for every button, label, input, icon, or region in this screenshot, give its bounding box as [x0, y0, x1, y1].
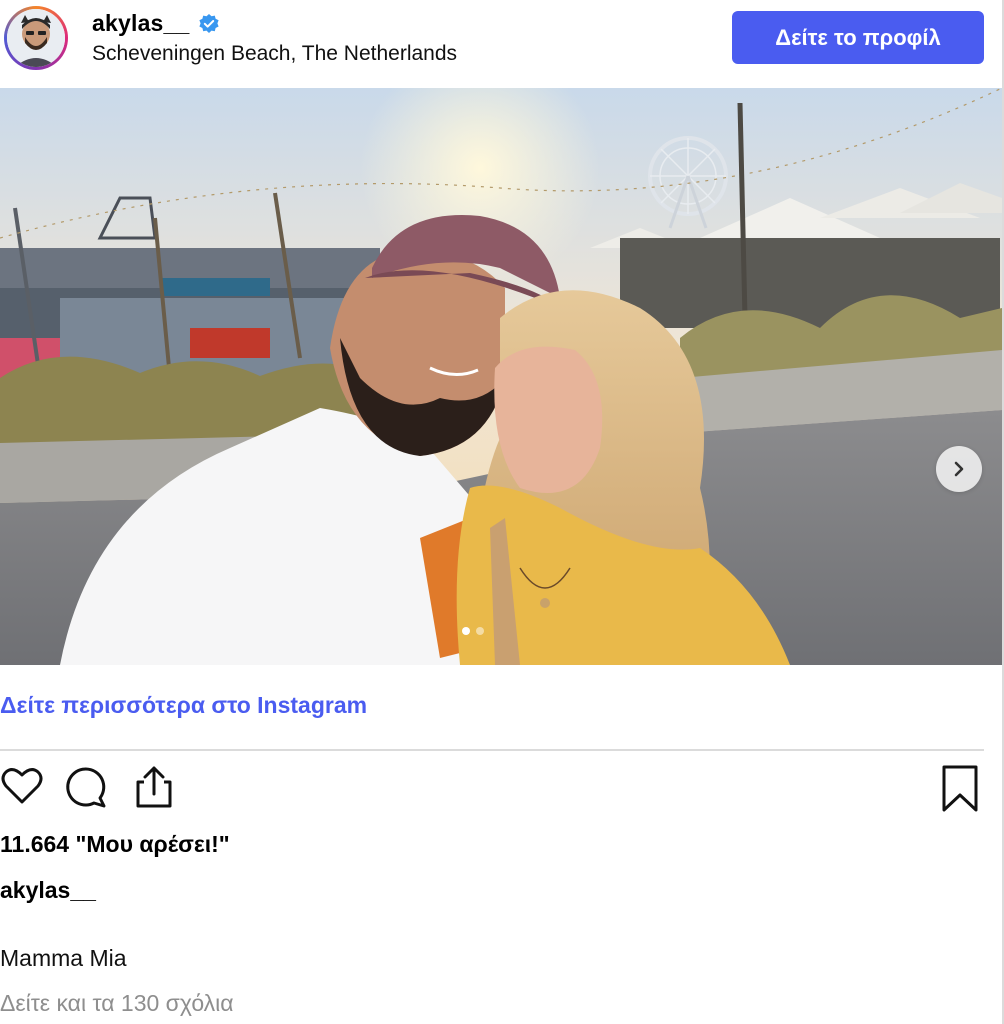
avatar[interactable]	[4, 6, 68, 70]
carousel-dots	[462, 627, 484, 635]
caption-text: Mamma Mia	[0, 945, 127, 971]
comment-icon[interactable]	[64, 764, 110, 810]
post-header: akylas__ Scheveningen Beach, The Netherl…	[0, 0, 1002, 88]
likes-count[interactable]: 11.664 "Μου αρέσει!"	[0, 831, 230, 858]
divider	[0, 749, 984, 751]
post-actions	[0, 764, 984, 814]
caption-username[interactable]: akylas__	[0, 877, 96, 904]
carousel-dot-2[interactable]	[476, 627, 484, 635]
bookmark-icon[interactable]	[940, 764, 980, 814]
verified-badge-icon	[198, 13, 220, 35]
username[interactable]: akylas__	[92, 10, 190, 37]
carousel-dot-1[interactable]	[462, 627, 470, 635]
share-icon[interactable]	[132, 764, 176, 810]
chevron-right-icon	[954, 461, 964, 477]
see-more-link[interactable]: Δείτε περισσότερα στο Instagram	[0, 692, 367, 719]
view-profile-button[interactable]: Δείτε το προφίλ	[732, 11, 984, 64]
view-comments-link[interactable]: Δείτε και τα 130 σχόλια	[0, 990, 234, 1017]
location-link[interactable]: Scheveningen Beach, The Netherlands	[92, 42, 457, 66]
avatar-image	[7, 9, 65, 67]
next-slide-button[interactable]	[936, 446, 982, 492]
post-photo[interactable]	[0, 88, 1002, 665]
heart-icon[interactable]	[0, 764, 44, 808]
